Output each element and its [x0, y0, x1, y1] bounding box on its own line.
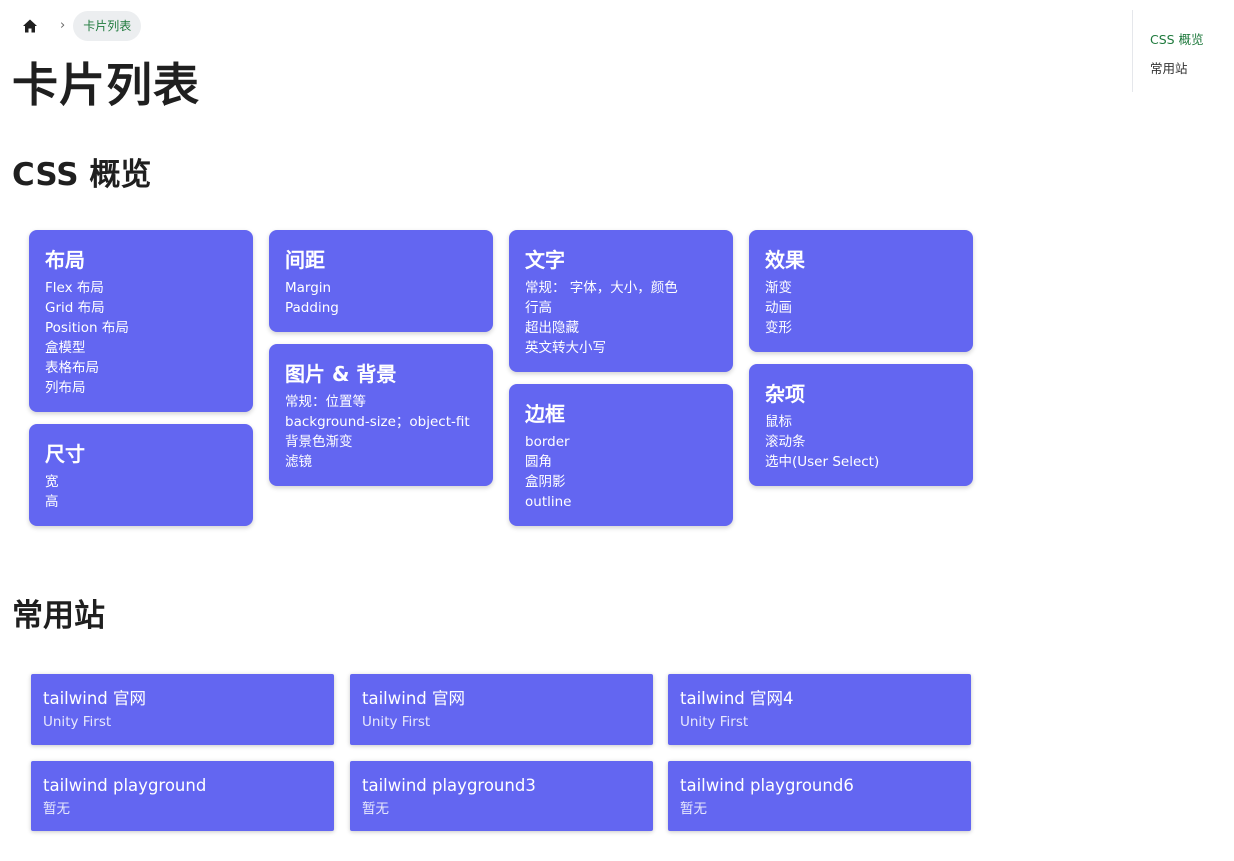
card-column: 文字 常规： 字体，大小，颜色 行高 超出隐藏 英文转大小写 边框 border… — [509, 230, 733, 538]
site-name: tailwind 官网 — [43, 689, 147, 708]
card-item[interactable]: 英文转大小写 — [525, 338, 717, 358]
site-card[interactable]: tailwind playground 暂无 — [31, 761, 334, 831]
card-title: 边框 — [525, 402, 565, 426]
card-item[interactable]: 渐变 — [765, 278, 957, 298]
site-description: 暂无 — [362, 801, 389, 817]
card-misc: 杂项 鼠标 滚动条 选中(User Select) — [749, 364, 973, 486]
section-title-css-overview: CSS 概览 — [12, 157, 152, 193]
site-description: Unity First — [43, 714, 112, 730]
card-column: 布局 Flex 布局 Grid 布局 Position 布局 盒模型 表格布局 … — [29, 230, 253, 538]
breadcrumb: › 卡片列表 — [20, 10, 142, 41]
page-title: 卡片列表 — [12, 58, 200, 112]
card-item[interactable]: background-size；object-fit — [285, 412, 477, 432]
section-title-common-sites: 常用站 — [12, 598, 105, 634]
card-item[interactable]: 高 — [45, 492, 237, 512]
card-item[interactable]: 表格布局 — [45, 358, 237, 378]
card-effects: 效果 渐变 动画 变形 — [749, 230, 973, 352]
site-description: Unity First — [362, 714, 431, 730]
card-title: 杂项 — [765, 382, 805, 406]
chevron-right-icon: › — [60, 18, 66, 33]
site-name: tailwind playground6 — [680, 776, 854, 795]
breadcrumb-current[interactable]: 卡片列表 — [73, 10, 142, 41]
card-item[interactable]: 圆角 — [525, 452, 717, 472]
site-card[interactable]: tailwind playground6 暂无 — [668, 761, 971, 831]
card-item[interactable]: border — [525, 432, 717, 452]
site-name: tailwind playground3 — [362, 776, 536, 795]
card-item[interactable]: 选中(User Select) — [765, 452, 957, 472]
card-item[interactable]: Position 布局 — [45, 318, 237, 338]
card-text: 文字 常规： 字体，大小，颜色 行高 超出隐藏 英文转大小写 — [509, 230, 733, 372]
toc-item-css-overview[interactable]: CSS 概览 — [1150, 25, 1204, 54]
card-item[interactable]: 背景色渐变 — [285, 432, 477, 452]
card-item[interactable]: 常规：位置等 — [285, 392, 477, 412]
card-item[interactable]: Margin — [285, 278, 477, 298]
card-border: 边框 border 圆角 盒阴影 outline — [509, 384, 733, 526]
card-item[interactable]: 宽 — [45, 472, 237, 492]
card-layout: 布局 Flex 布局 Grid 布局 Position 布局 盒模型 表格布局 … — [29, 230, 253, 412]
card-item[interactable]: Padding — [285, 298, 477, 318]
card-item[interactable]: 常规： 字体，大小，颜色 — [525, 278, 717, 298]
table-of-contents: CSS 概览 常用站 — [1132, 10, 1204, 92]
card-column: 间距 Margin Padding 图片 & 背景 常规：位置等 backgro… — [269, 230, 493, 498]
card-title: 布局 — [45, 248, 85, 272]
site-name: tailwind 官网4 — [680, 689, 794, 708]
card-item[interactable]: Flex 布局 — [45, 278, 237, 298]
card-image-background: 图片 & 背景 常规：位置等 background-size；object-fi… — [269, 344, 493, 486]
card-title: 间距 — [285, 248, 325, 272]
card-title: 效果 — [765, 248, 805, 272]
home-icon[interactable] — [20, 16, 40, 36]
card-item[interactable]: 盒阴影 — [525, 472, 717, 492]
card-title: 尺寸 — [45, 442, 85, 466]
card-item[interactable]: 变形 — [765, 318, 957, 338]
site-description: 暂无 — [680, 801, 707, 817]
site-name: tailwind playground — [43, 776, 207, 795]
card-title: 图片 & 背景 — [285, 362, 397, 386]
card-item[interactable]: 滚动条 — [765, 432, 957, 452]
card-size: 尺寸 宽 高 — [29, 424, 253, 526]
card-spacing: 间距 Margin Padding — [269, 230, 493, 332]
site-card[interactable]: tailwind 官网 Unity First — [31, 674, 334, 745]
site-card[interactable]: tailwind playground3 暂无 — [350, 761, 653, 831]
card-column: 效果 渐变 动画 变形 杂项 鼠标 滚动条 选中(User Select) — [749, 230, 973, 498]
card-item[interactable]: 超出隐藏 — [525, 318, 717, 338]
card-item[interactable]: 盒模型 — [45, 338, 237, 358]
card-item[interactable]: 鼠标 — [765, 412, 957, 432]
card-item[interactable]: 列布局 — [45, 378, 237, 398]
site-card[interactable]: tailwind 官网4 Unity First — [668, 674, 971, 745]
card-item[interactable]: Grid 布局 — [45, 298, 237, 318]
card-item[interactable]: 动画 — [765, 298, 957, 318]
card-item[interactable]: outline — [525, 492, 717, 512]
card-item[interactable]: 滤镜 — [285, 452, 477, 472]
card-title: 文字 — [525, 248, 565, 272]
site-name: tailwind 官网 — [362, 689, 466, 708]
toc-item-common-sites[interactable]: 常用站 — [1150, 54, 1204, 83]
card-item[interactable]: 行高 — [525, 298, 717, 318]
site-description: Unity First — [680, 714, 749, 730]
site-card[interactable]: tailwind 官网 Unity First — [350, 674, 653, 745]
site-description: 暂无 — [43, 801, 70, 817]
